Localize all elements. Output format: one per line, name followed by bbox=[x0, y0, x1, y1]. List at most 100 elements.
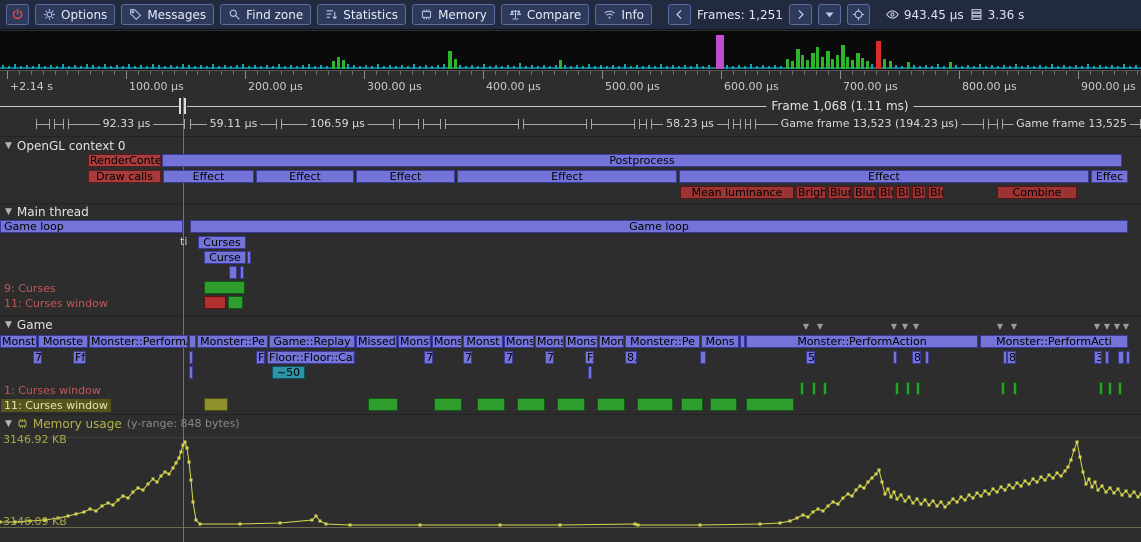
zone[interactable]: Blur bbox=[828, 186, 851, 199]
zone[interactable]: Mons bbox=[701, 335, 739, 348]
zone[interactable] bbox=[1118, 382, 1122, 395]
subframe-segment[interactable]: 92.33 µs bbox=[68, 119, 185, 129]
zone[interactable]: Effec bbox=[1091, 170, 1128, 183]
zone[interactable]: Curse bbox=[204, 251, 246, 264]
subframe-segment[interactable] bbox=[423, 119, 441, 129]
frame-histogram[interactable] bbox=[0, 31, 1141, 70]
zone[interactable] bbox=[368, 398, 398, 411]
zone[interactable] bbox=[800, 382, 804, 395]
focus-frame-button[interactable] bbox=[847, 4, 870, 25]
zone[interactable] bbox=[228, 296, 243, 309]
zone[interactable] bbox=[189, 351, 193, 364]
subframe-segment[interactable]: 106.59 µs bbox=[281, 119, 394, 129]
zone[interactable] bbox=[204, 296, 226, 309]
subframe-segment[interactable]: 58.23 µs bbox=[651, 119, 729, 129]
zone[interactable] bbox=[895, 382, 899, 395]
options-button[interactable]: Options bbox=[35, 4, 115, 25]
zone[interactable]: Monst bbox=[504, 335, 534, 348]
zone[interactable]: Monster::PerformA bbox=[89, 335, 188, 348]
messages-button[interactable]: Messages bbox=[121, 4, 214, 25]
zone[interactable] bbox=[1118, 351, 1124, 364]
zone[interactable] bbox=[925, 351, 929, 364]
zone[interactable]: Blur bbox=[878, 186, 894, 199]
zone[interactable] bbox=[700, 351, 706, 364]
zone[interactable] bbox=[434, 398, 462, 411]
zone[interactable]: Blur bbox=[853, 186, 876, 199]
subframe-segment[interactable] bbox=[745, 119, 751, 129]
zone[interactable]: 8 bbox=[1007, 351, 1016, 364]
find-zone-button[interactable]: Find zone bbox=[220, 4, 311, 25]
zone[interactable]: Monste bbox=[38, 335, 88, 348]
zone[interactable]: F. bbox=[256, 351, 265, 364]
zone[interactable] bbox=[240, 266, 244, 279]
zone[interactable]: Effect bbox=[679, 170, 1089, 183]
frame-dropdown-button[interactable] bbox=[818, 4, 841, 25]
collapse-icon[interactable]: ▼ bbox=[5, 418, 12, 430]
collapse-icon[interactable]: ▼ bbox=[5, 206, 12, 218]
zone[interactable] bbox=[906, 382, 910, 395]
power-button[interactable] bbox=[6, 4, 29, 25]
zone[interactable]: Monster::Pe bbox=[625, 335, 700, 348]
subframe-segment[interactable]: Game frame 13,523 (194.23 µs) bbox=[755, 119, 984, 129]
zone[interactable] bbox=[823, 382, 827, 395]
zone[interactable]: Game loop bbox=[0, 220, 183, 233]
subframe-segment[interactable] bbox=[399, 119, 419, 129]
zone[interactable] bbox=[1001, 382, 1005, 395]
zone[interactable] bbox=[893, 351, 897, 364]
zone[interactable]: ~50 bbox=[272, 366, 305, 379]
zone[interactable]: Monste bbox=[565, 335, 598, 348]
collapse-icon[interactable]: ▼ bbox=[5, 319, 12, 331]
collapsed-zone-marker[interactable]: ▼ bbox=[913, 322, 919, 332]
subframe-segment[interactable] bbox=[988, 119, 998, 129]
zone[interactable]: Draw calls bbox=[88, 170, 161, 183]
zone[interactable]: Monste bbox=[0, 335, 37, 348]
zone[interactable] bbox=[681, 398, 703, 411]
zone[interactable]: Effect bbox=[163, 170, 254, 183]
subframe-segment[interactable] bbox=[36, 119, 50, 129]
info-button[interactable]: Info bbox=[595, 4, 652, 25]
zone[interactable] bbox=[637, 398, 673, 411]
zone[interactable]: F. bbox=[585, 351, 594, 364]
zone[interactable]: Blur bbox=[896, 186, 910, 199]
zone[interactable] bbox=[597, 398, 625, 411]
subframe-segment[interactable] bbox=[639, 119, 647, 129]
collapsed-zone-marker[interactable]: ▼ bbox=[817, 322, 823, 332]
statistics-button[interactable]: Statistics bbox=[317, 4, 406, 25]
zone[interactable]: Monst bbox=[432, 335, 462, 348]
memory-plot[interactable] bbox=[0, 432, 1141, 542]
zone[interactable]: Mons bbox=[599, 335, 624, 348]
collapsed-zone-marker[interactable]: ▼ bbox=[1104, 322, 1110, 332]
collapsed-zone-marker[interactable]: ▼ bbox=[803, 322, 809, 332]
zone[interactable]: Brigh bbox=[796, 186, 826, 199]
zone[interactable] bbox=[1105, 351, 1109, 364]
subframe-segment[interactable]: 59.11 µs bbox=[190, 119, 277, 129]
zone[interactable]: ti bbox=[179, 236, 195, 249]
zone[interactable] bbox=[916, 382, 920, 395]
zone[interactable]: Effect bbox=[256, 170, 354, 183]
zone[interactable] bbox=[229, 266, 237, 279]
zone[interactable]: 7 bbox=[545, 351, 554, 364]
zone[interactable]: Effect bbox=[356, 170, 455, 183]
collapsed-zone-marker[interactable]: ▼ bbox=[1094, 322, 1100, 332]
subframe-segment[interactable] bbox=[733, 119, 741, 129]
subframe-segment[interactable] bbox=[523, 119, 587, 129]
zone[interactable]: Monst bbox=[463, 335, 503, 348]
next-frame-button[interactable] bbox=[789, 4, 812, 25]
zone[interactable]: 7 bbox=[504, 351, 513, 364]
zone[interactable]: Monst bbox=[535, 335, 564, 348]
compare-button[interactable]: Compare bbox=[501, 4, 589, 25]
zone[interactable]: Floor::Floor::Calc bbox=[267, 351, 355, 364]
zone[interactable] bbox=[812, 382, 816, 395]
zone[interactable] bbox=[477, 398, 505, 411]
zone[interactable]: Combine bbox=[997, 186, 1077, 199]
zone[interactable] bbox=[1013, 382, 1017, 395]
zone[interactable]: Ff bbox=[73, 351, 86, 364]
zone[interactable]: 7 bbox=[33, 351, 42, 364]
zone[interactable]: Effect bbox=[457, 170, 677, 183]
zone[interactable] bbox=[204, 398, 228, 411]
zone[interactable]: Mean luminance bbox=[680, 186, 794, 199]
zone[interactable] bbox=[189, 335, 196, 348]
zone[interactable]: Monst bbox=[398, 335, 431, 348]
zone[interactable]: Monster::PerformActi bbox=[980, 335, 1128, 348]
zone[interactable] bbox=[710, 398, 737, 411]
